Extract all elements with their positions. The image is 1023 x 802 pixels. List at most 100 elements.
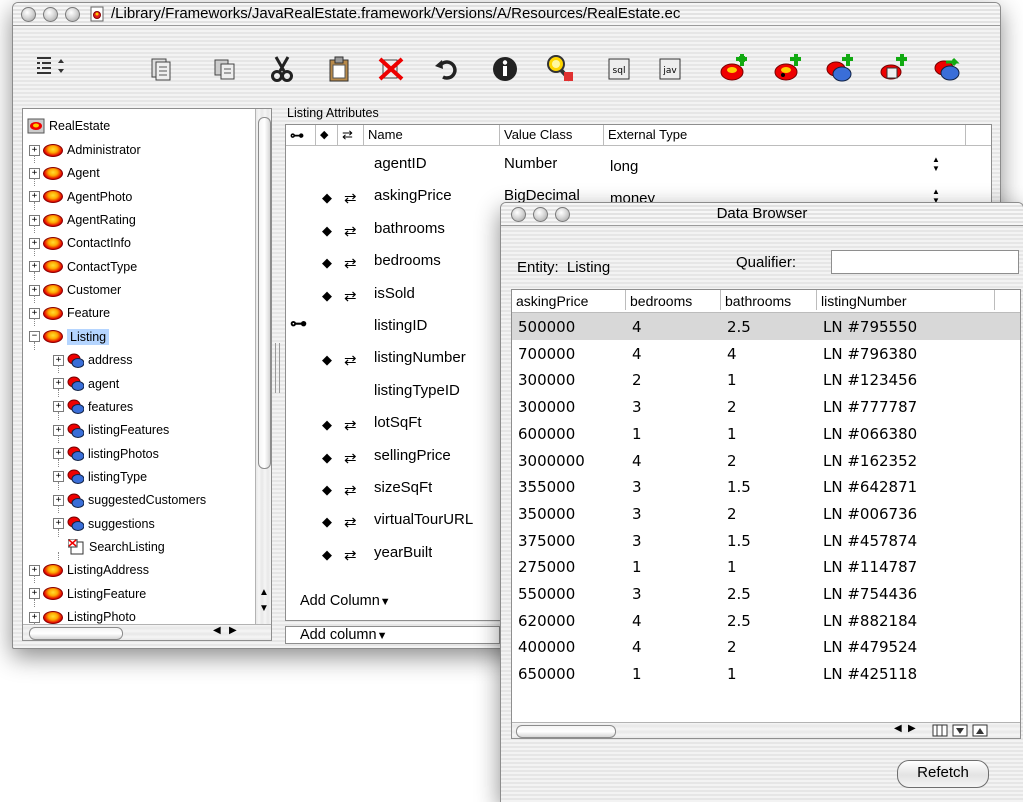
- scroll-up-arrow[interactable]: ▲: [259, 587, 269, 598]
- tree-item-listingaddress[interactable]: + ListingAddress: [29, 559, 149, 581]
- tree-expander[interactable]: +: [53, 424, 64, 436]
- class-property-icon[interactable]: ⇄: [344, 254, 357, 272]
- undo-icon[interactable]: [433, 55, 461, 83]
- locking-icon[interactable]: ◆: [322, 547, 332, 563]
- data-horizontal-scrollbar[interactable]: ◀ ▶: [512, 722, 1020, 738]
- class-property-icon[interactable]: ⇄: [344, 189, 357, 207]
- add-relationship-icon[interactable]: [825, 54, 853, 83]
- tree-vertical-scrollbar[interactable]: ▲ ▼: [255, 109, 271, 624]
- tree-expander[interactable]: +: [29, 214, 40, 226]
- tree-expander[interactable]: +: [29, 144, 40, 156]
- outline-view-icon[interactable]: [35, 53, 75, 81]
- column-header-askingPrice[interactable]: askingPrice: [512, 290, 626, 310]
- tree-item-listingtype[interactable]: + listingType: [53, 466, 147, 488]
- locking-icon[interactable]: ◆: [322, 417, 332, 433]
- class-property-icon[interactable]: ⇄: [344, 351, 357, 369]
- locking-icon[interactable]: ◆: [322, 514, 332, 530]
- tree-expander[interactable]: +: [53, 448, 64, 460]
- tree-item-customer[interactable]: + Customer: [29, 279, 121, 301]
- tree-item-features[interactable]: + features: [53, 396, 133, 418]
- tree-item-feature[interactable]: + Feature: [29, 302, 110, 324]
- tree-item-listing[interactable]: − Listing: [29, 326, 110, 348]
- tree-item-contactinfo[interactable]: + ContactInfo: [29, 232, 131, 254]
- header-value-class[interactable]: Value Class: [500, 125, 604, 145]
- tree-expander[interactable]: +: [29, 611, 40, 623]
- scroll-down-arrow[interactable]: ▼: [259, 603, 269, 614]
- header-locking[interactable]: ◆: [316, 125, 338, 145]
- data-row[interactable]: 300000 2 1 LN #123456: [512, 366, 1020, 393]
- locking-icon[interactable]: ◆: [322, 190, 332, 206]
- refetch-button[interactable]: Refetch: [897, 760, 989, 788]
- locking-icon[interactable]: ◆: [322, 288, 332, 304]
- sort-descending-icon[interactable]: [952, 724, 968, 737]
- tree-item-address[interactable]: + address: [53, 349, 132, 371]
- add-attribute-icon[interactable]: [773, 54, 801, 83]
- tree-item-agent[interactable]: + agent: [53, 373, 119, 395]
- data-row[interactable]: 300000 3 2 LN #777787: [512, 393, 1020, 420]
- paste-icon[interactable]: [325, 55, 353, 83]
- document-proxy-icon[interactable]: [89, 6, 105, 22]
- header-class-property[interactable]: ⇄: [338, 125, 364, 145]
- tree-expander[interactable]: +: [53, 378, 64, 389]
- data-scroll-right-arrow[interactable]: ▶: [908, 723, 916, 734]
- cut-icon[interactable]: [268, 55, 296, 83]
- data-row[interactable]: 550000 3 2.5 LN #754436: [512, 580, 1020, 607]
- column-header-bathrooms[interactable]: bathrooms: [721, 290, 817, 310]
- header-external-type[interactable]: External Type: [604, 125, 966, 145]
- data-row[interactable]: 400000 4 2 LN #479524: [512, 633, 1020, 660]
- scroll-left-arrow[interactable]: ◀: [213, 625, 221, 636]
- java-icon[interactable]: jav: [656, 55, 684, 83]
- class-property-icon[interactable]: ⇄: [344, 546, 357, 564]
- tree-vertical-scroll-thumb[interactable]: [258, 117, 271, 469]
- data-row[interactable]: 500000 4 2.5 LN #795550: [512, 313, 1020, 340]
- tree-expander[interactable]: +: [53, 354, 64, 366]
- sql-icon[interactable]: sql: [605, 55, 633, 83]
- column-header-listingNumber[interactable]: listingNumber: [817, 290, 995, 310]
- data-row[interactable]: 600000 1 1 LN #066380: [512, 420, 1020, 447]
- tree-expander[interactable]: −: [29, 331, 40, 343]
- locking-icon[interactable]: ◆: [322, 255, 332, 271]
- tree-expander[interactable]: +: [53, 518, 64, 530]
- column-header-bedrooms[interactable]: bedrooms: [626, 290, 721, 310]
- tree-item-searchlisting[interactable]: SearchListing: [53, 536, 165, 558]
- tree-expander[interactable]: +: [53, 401, 64, 413]
- column-layout-icon[interactable]: [932, 724, 948, 737]
- locking-icon[interactable]: ◆: [322, 352, 332, 368]
- header-primary-key[interactable]: ⊶: [286, 125, 316, 145]
- add-entity-icon[interactable]: [719, 54, 747, 83]
- tree-expander[interactable]: +: [29, 588, 40, 600]
- tree-item-listingfeature[interactable]: + ListingFeature: [29, 583, 146, 605]
- split-view-handle[interactable]: [275, 343, 280, 393]
- data-row[interactable]: 650000 1 1 LN #425118: [512, 660, 1020, 687]
- tree-item-listingphotos[interactable]: + listingPhotos: [53, 443, 159, 465]
- data-row[interactable]: 350000 3 2 LN #006736: [512, 500, 1020, 527]
- minimize-window-button[interactable]: [43, 7, 58, 22]
- tree-item-agentrating[interactable]: + AgentRating: [29, 209, 136, 231]
- tree-expander[interactable]: +: [29, 284, 40, 296]
- tree-expander[interactable]: +: [53, 471, 64, 483]
- tree-expander[interactable]: +: [29, 191, 40, 203]
- data-row[interactable]: 355000 3 1.5 LN #642871: [512, 473, 1020, 500]
- info-icon[interactable]: [491, 55, 519, 83]
- data-horizontal-scroll-thumb[interactable]: [516, 725, 616, 738]
- tree-expander[interactable]: +: [29, 237, 40, 249]
- class-property-icon[interactable]: ⇄: [344, 481, 357, 499]
- tree-item-suggestions[interactable]: + suggestions: [53, 513, 155, 535]
- class-property-icon[interactable]: ⇄: [344, 449, 357, 467]
- class-property-icon[interactable]: ⇄: [344, 513, 357, 531]
- class-property-icon[interactable]: ⇄: [344, 222, 357, 240]
- search-icon[interactable]: [545, 55, 573, 83]
- tree-root[interactable]: RealEstate: [27, 115, 110, 137]
- close-window-button[interactable]: [21, 7, 36, 22]
- add-column-button[interactable]: Add Column▼: [300, 593, 391, 609]
- tree-expander[interactable]: +: [53, 494, 64, 506]
- copy-icon[interactable]: [211, 55, 239, 83]
- data-row[interactable]: 620000 4 2.5 LN #882184: [512, 607, 1020, 634]
- data-browser-titlebar[interactable]: Data Browser: [501, 203, 1023, 226]
- main-titlebar[interactable]: /Library/Frameworks/JavaRealEstate.frame…: [13, 3, 1000, 26]
- tree-expander[interactable]: +: [29, 307, 40, 319]
- tree-item-suggestedcustomers[interactable]: + suggestedCustomers: [53, 489, 206, 511]
- data-row[interactable]: 375000 3 1.5 LN #457874: [512, 527, 1020, 554]
- locking-icon[interactable]: ◆: [322, 223, 332, 239]
- tree-expander[interactable]: +: [29, 564, 40, 576]
